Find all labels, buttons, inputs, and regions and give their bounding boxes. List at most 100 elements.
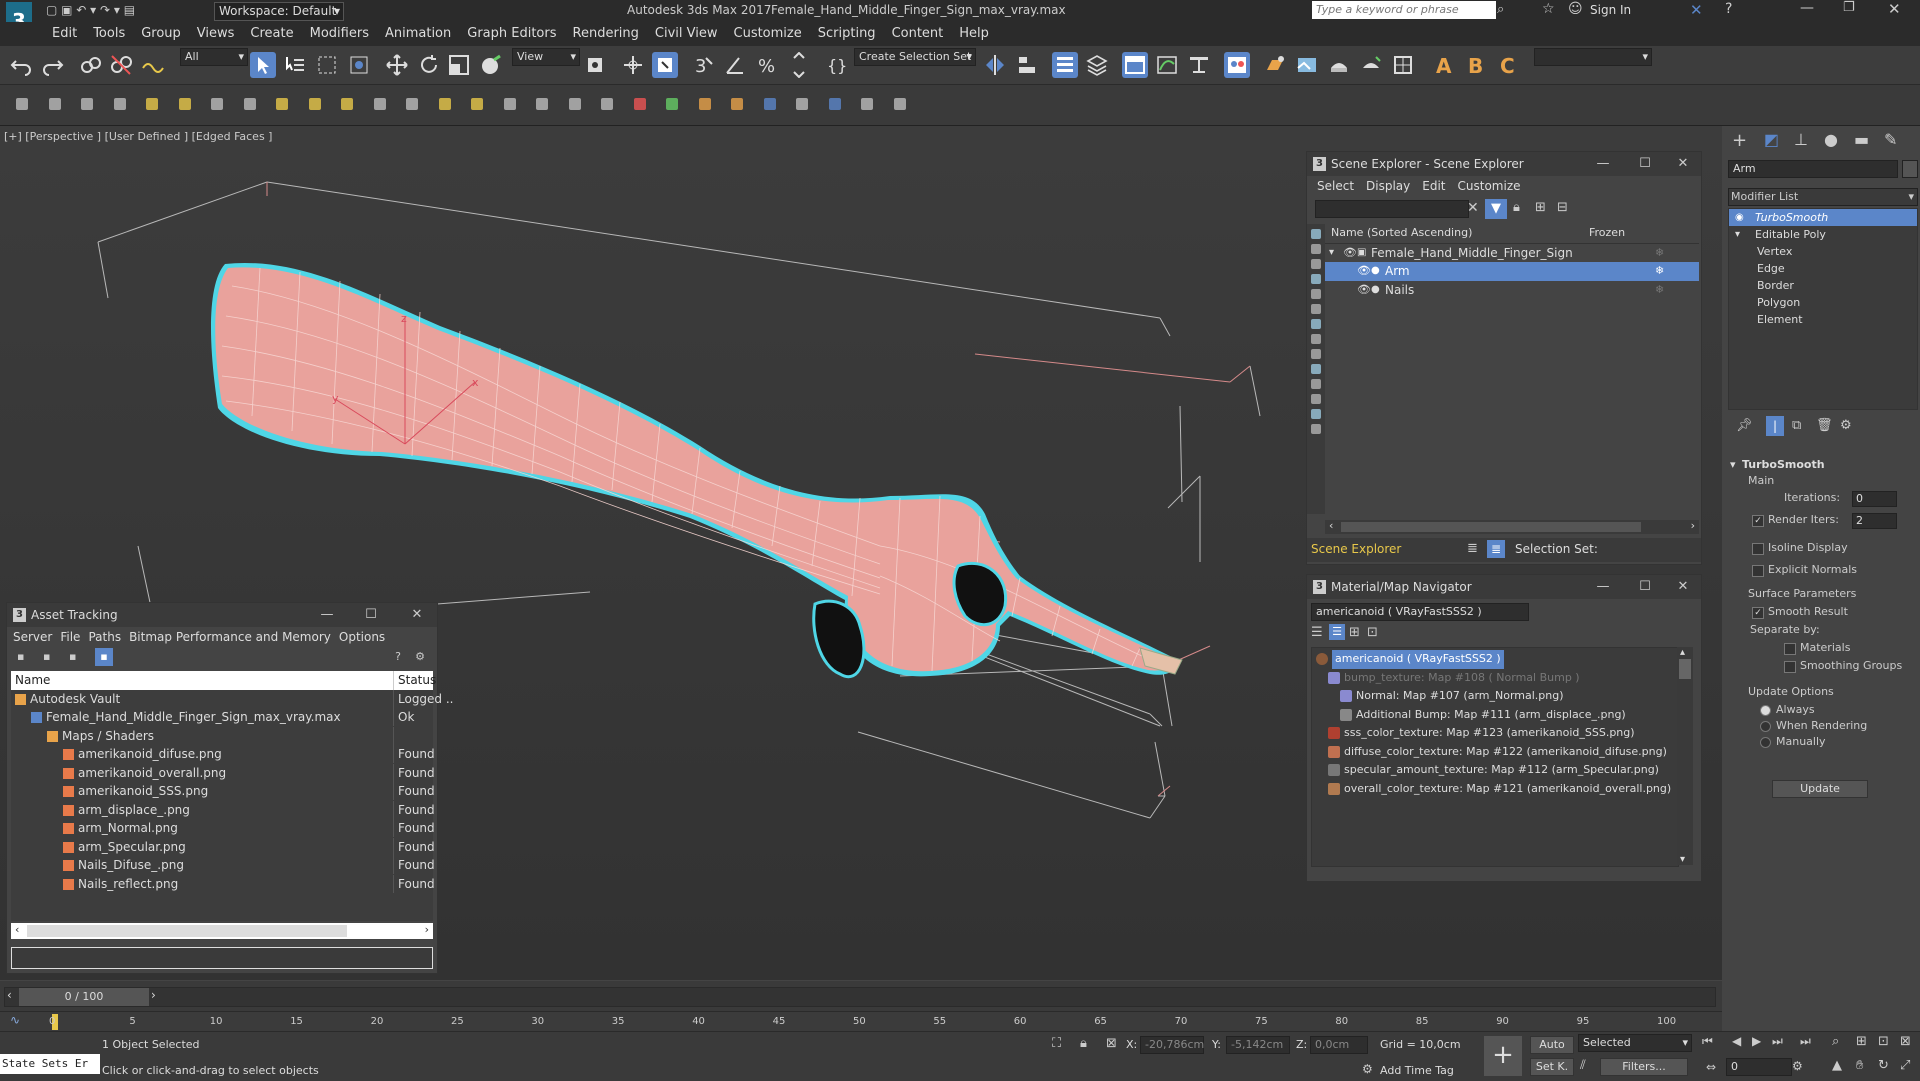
user-icon[interactable]: ☺ <box>1568 1 1583 17</box>
time-config-icon[interactable]: ⚙ <box>1792 1059 1803 1073</box>
scene-explorer-filter-icon[interactable] <box>1311 259 1321 269</box>
grid-icon[interactable] <box>113 98 126 110</box>
layer-icon[interactable] <box>48 98 61 110</box>
scene-explorer-toggle-icon[interactable] <box>1052 52 1078 78</box>
time-slider[interactable]: ‹ 0 / 100 › <box>4 987 1716 1007</box>
motion-tab-icon[interactable]: ● <box>1824 130 1838 149</box>
layer-explorer-icon[interactable] <box>1084 52 1110 78</box>
material-map-item[interactable]: specular_amount_texture: Map #112 (arm_S… <box>1312 761 1678 780</box>
current-material-field[interactable]: americanoid ( VRayFastSSS2 ) <box>1311 603 1529 621</box>
isolate-icon[interactable]: ⛶ <box>1052 1036 1061 1051</box>
scene-explorer-hscroll[interactable]: ‹ › <box>1325 519 1699 534</box>
file-icon[interactable]: ▪ <box>43 650 50 663</box>
sphere-icon[interactable] <box>308 98 321 110</box>
key-mode-icon[interactable]: ⫽ <box>1580 1058 1586 1073</box>
add-time-tag[interactable]: Add Time Tag <box>1380 1064 1454 1077</box>
material-map-item[interactable]: sss_color_texture: Map #123 (amerikanoid… <box>1312 724 1678 743</box>
render-icon[interactable] <box>796 98 808 110</box>
text-c-icon[interactable]: C <box>1496 52 1522 78</box>
orbit-icon[interactable]: ↻ <box>1878 1058 1889 1073</box>
state-sets-button[interactable]: State Sets Er <box>0 1054 100 1074</box>
object-paint-icon[interactable] <box>211 98 223 110</box>
asset-row[interactable]: Female_Hand_Middle_Finger_Sign_max_vray.… <box>11 708 433 727</box>
region-select-icon[interactable] <box>314 52 340 78</box>
when-rendering-radio[interactable] <box>1760 721 1771 732</box>
asset-row[interactable]: arm_displace_.png Found <box>11 800 435 820</box>
scene-explorer-filter-icon[interactable] <box>1311 334 1321 344</box>
unlink-icon[interactable] <box>108 52 134 78</box>
scene-explorer-filter-icon[interactable] <box>1311 229 1321 239</box>
scene-explorer-filter-icon[interactable] <box>1311 319 1321 329</box>
menu-item-tools[interactable]: Tools <box>85 22 133 46</box>
list-icon[interactable] <box>81 98 93 110</box>
asset-row[interactable]: amerikanoid_SSS.png Found <box>11 782 435 801</box>
view-list-icons-icon[interactable]: ☰ <box>1329 624 1345 640</box>
keyboard-shortcut-icon[interactable] <box>652 52 678 78</box>
update-button[interactable]: Update <box>1772 780 1868 798</box>
modifier-stack-item[interactable]: Vertex <box>1729 243 1917 260</box>
minimize-button[interactable]: — <box>1589 575 1617 599</box>
shape-icon[interactable] <box>178 98 191 110</box>
material-map-item[interactable]: bump_texture: Map #108 ( Normal Bump ) <box>1312 669 1678 688</box>
modifier-stack-item[interactable]: Element <box>1729 311 1917 328</box>
star-icon[interactable]: ☆ <box>1542 1 1555 17</box>
key-mode-toggle-icon[interactable]: ⇔ <box>1706 1060 1716 1074</box>
minimize-button[interactable]: — <box>1800 0 1814 16</box>
percent-snap-icon[interactable]: % <box>754 52 780 78</box>
smoothing-groups-checkbox[interactable] <box>1784 661 1796 673</box>
absolute-mode-icon[interactable]: ⊠ <box>1106 1036 1117 1051</box>
freeze-icon[interactable]: ❄ <box>1655 244 1664 263</box>
scrollbar-thumb[interactable] <box>27 925 347 937</box>
modifier-stack-item[interactable]: ◉ TurboSmooth <box>1729 209 1917 226</box>
render-setup-icon[interactable] <box>1262 52 1288 78</box>
menu-item-animation[interactable]: Animation <box>377 22 459 46</box>
zoom-all-icon[interactable]: ⊞ <box>1856 1034 1867 1049</box>
freeze-icon[interactable]: ❄ <box>1655 262 1664 281</box>
utilities-tab-icon[interactable]: ✎ <box>1884 130 1897 149</box>
scene-explorer-search-input[interactable] <box>1315 200 1469 218</box>
material-map-item[interactable]: diffuse_color_texture: Map #122 (amerika… <box>1312 743 1678 762</box>
previous-frame-icon[interactable]: ◀ <box>1732 1034 1741 1048</box>
info-icon[interactable] <box>893 98 906 110</box>
scene-explorer-titlebar[interactable]: 3 Scene Explorer - Scene Explorer — ☐ ✕ <box>1307 152 1701 176</box>
visibility-eye-icon[interactable]: 👁︎ <box>1357 281 1371 300</box>
asset-row[interactable]: Nails_reflect.png Found <box>11 874 435 894</box>
scene-explorer-filter-icon[interactable] <box>1311 349 1321 359</box>
scene-explorer-filter-icon[interactable] <box>1311 364 1321 374</box>
selection-lock-icon[interactable]: 🔒︎ <box>1080 1036 1087 1051</box>
render-iterative-icon[interactable] <box>1358 52 1384 78</box>
asset-row[interactable]: amerikanoid_overall.png Found <box>11 763 435 783</box>
scale-icon[interactable] <box>446 52 472 78</box>
display-tab-icon[interactable]: ▬ <box>1854 130 1869 149</box>
modifier-stack-item[interactable]: Polygon <box>1729 294 1917 311</box>
particle-icon[interactable] <box>633 98 646 110</box>
go-to-start-icon[interactable]: ⏮ <box>1702 1034 1713 1049</box>
close-button[interactable]: ✕ <box>403 603 431 627</box>
menu-item-civil-view[interactable]: Civil View <box>647 22 726 46</box>
material-map-item[interactable]: Additional Bump: Map #111 (arm_displace_… <box>1312 706 1678 725</box>
material-navigator-titlebar[interactable]: 3 Material/Map Navigator — ☐ ✕ <box>1307 575 1701 599</box>
snaps-toggle-icon[interactable]: 3 <box>690 52 716 78</box>
align-icon[interactable] <box>1014 52 1040 78</box>
space-warp-icon[interactable] <box>536 98 548 110</box>
menu-item-views[interactable]: Views <box>189 22 243 46</box>
pan-icon[interactable]: ✋︎ <box>1856 1058 1863 1073</box>
rotate-icon[interactable] <box>416 52 442 78</box>
vr-icon[interactable] <box>828 98 841 110</box>
link-icon[interactable] <box>78 52 104 78</box>
placement-icon[interactable] <box>478 52 504 78</box>
close-button[interactable]: ✕ <box>1669 575 1697 599</box>
isoline-checkbox[interactable] <box>1752 543 1764 555</box>
hierarchy-tab-icon[interactable]: ⊥ <box>1794 130 1808 149</box>
scene-explorer-filter-icon[interactable] <box>1311 274 1321 284</box>
menu-item-graph-editors[interactable]: Graph Editors <box>459 22 564 46</box>
rendered-frame-window-icon[interactable] <box>1294 52 1320 78</box>
paths-icon[interactable]: ▪ <box>69 650 76 663</box>
select-by-name-icon[interactable] <box>282 52 308 78</box>
modify-tab-icon[interactable]: ◩ <box>1764 130 1779 149</box>
curve-editor-icon[interactable] <box>1154 52 1180 78</box>
exchange-icon[interactable]: ✕ <box>1690 1 1703 19</box>
menu-item-group[interactable]: Group <box>133 22 189 46</box>
turbosmooth-rollout-title[interactable]: ▾ TurboSmooth <box>1724 456 1920 474</box>
menu-item-modifiers[interactable]: Modifiers <box>302 22 377 46</box>
